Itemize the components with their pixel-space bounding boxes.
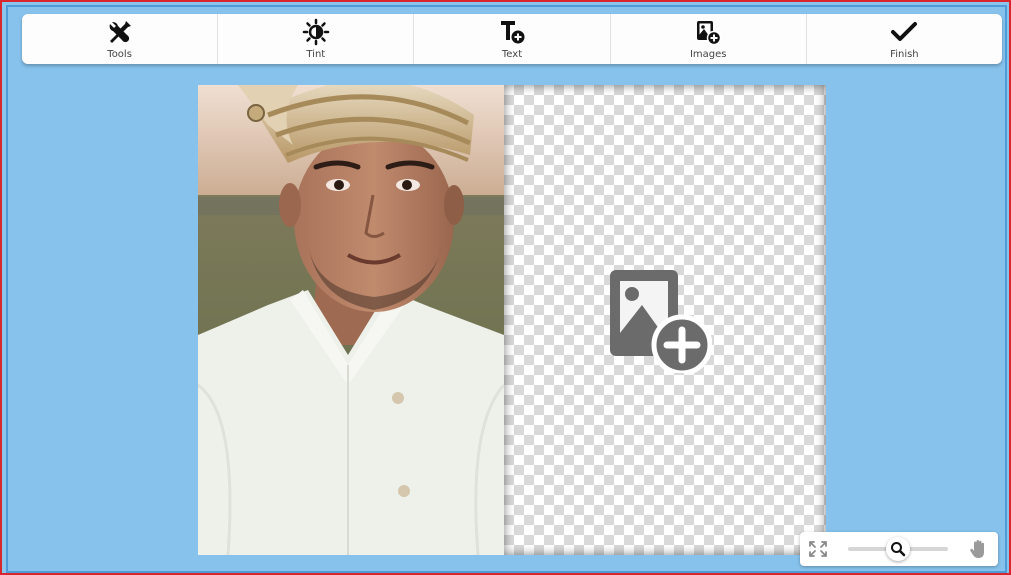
zoom-slider-handle[interactable]: [886, 537, 910, 561]
tint-icon: [302, 18, 330, 46]
tint-button[interactable]: Tint: [218, 14, 415, 64]
fit-screen-icon[interactable]: [808, 540, 828, 558]
zoom-controls: [800, 532, 998, 566]
portrait-photo[interactable]: [198, 85, 504, 555]
images-button[interactable]: Images: [611, 14, 807, 64]
checkmark-icon: [891, 22, 918, 41]
finish-button[interactable]: Finish: [807, 14, 1002, 64]
finish-label: Finish: [890, 49, 919, 60]
magnifier-icon: [891, 542, 906, 557]
collage-canvas: [198, 85, 826, 555]
image-add-icon: [697, 21, 722, 46]
images-label: Images: [689, 49, 727, 60]
toolbar: Tools Tint Text Images Finish: [22, 14, 1002, 64]
text-label: Text: [501, 49, 523, 60]
tools-button[interactable]: Tools: [22, 14, 219, 64]
tools-label: Tools: [107, 49, 132, 60]
tint-label: Tint: [306, 49, 326, 60]
portrait-illustration: [198, 85, 504, 555]
text-add-icon: [501, 21, 525, 44]
tools-icon: [109, 21, 131, 43]
add-image-icon[interactable]: [606, 267, 712, 373]
pan-hand-icon[interactable]: [968, 538, 990, 560]
app-window: Tools Tint Text Images Finish: [0, 0, 1011, 575]
text-button[interactable]: Text: [414, 14, 611, 64]
